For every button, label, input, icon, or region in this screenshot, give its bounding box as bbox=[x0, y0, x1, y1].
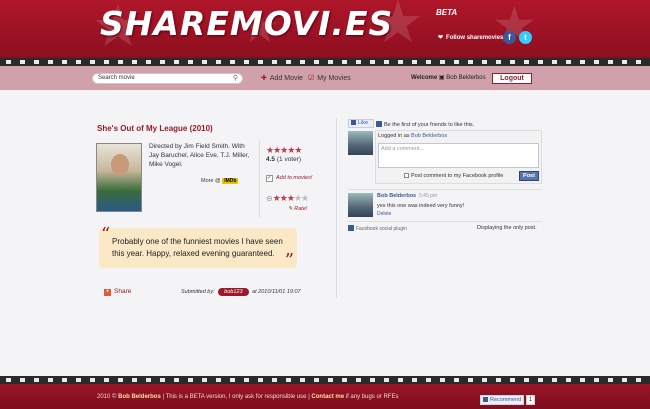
comment-delete-link[interactable]: Delete bbox=[377, 211, 391, 217]
user-avatar-icon: ▣ bbox=[438, 75, 445, 81]
nav-bar: Search movie ⚲ ✚ Add Movie ☑ My Movies Wel… bbox=[0, 66, 650, 90]
close-quote-icon: ” bbox=[284, 250, 294, 271]
poster-face bbox=[111, 154, 129, 176]
add-movie-link[interactable]: ✚ Add Movie bbox=[261, 74, 303, 82]
divider bbox=[348, 189, 542, 190]
user-rating-stars[interactable]: ⊖★★★★★ bbox=[266, 193, 309, 204]
add-to-movies-link[interactable]: ✓ Add to movies! bbox=[266, 175, 312, 182]
like-label: Like bbox=[358, 120, 369, 126]
facebook-icon bbox=[483, 397, 488, 402]
contact-link[interactable]: Contact me bbox=[311, 394, 344, 400]
imdb-icon[interactable]: IMDb bbox=[222, 178, 239, 184]
welcome-label: Welcome bbox=[411, 75, 438, 81]
welcome-user[interactable]: Bob Belderbos bbox=[446, 75, 485, 81]
tag-icon: ✎ bbox=[288, 206, 293, 212]
facebook-icon bbox=[376, 121, 382, 127]
star-decoration-icon: ★ bbox=[492, 0, 537, 53]
comment-body: yes this one was indeed very funny! bbox=[377, 203, 465, 209]
star-icon[interactable]: ★ bbox=[301, 193, 309, 203]
post-to-profile-label: Post comment to my Facebook profile bbox=[411, 173, 504, 179]
logged-in-prefix: Logged in as bbox=[378, 133, 410, 139]
twitter-icon[interactable]: t bbox=[519, 31, 532, 44]
my-movies-label: My Movies bbox=[317, 75, 351, 82]
like-text-label: Be the first of your friends to like thi… bbox=[384, 122, 475, 128]
post-button[interactable]: Post bbox=[519, 171, 539, 181]
more-label: More @ bbox=[201, 178, 221, 184]
share-icon: + bbox=[104, 289, 111, 296]
more-imdb[interactable]: More @ IMDb bbox=[201, 178, 239, 184]
welcome-text: Welcome ▣ Bob Belderbos bbox=[411, 74, 486, 81]
divider bbox=[259, 140, 260, 218]
search-value: Search movie bbox=[98, 75, 135, 81]
my-movies-link[interactable]: ☑ My Movies bbox=[308, 74, 351, 82]
checkbox-icon[interactable] bbox=[404, 173, 409, 178]
recommend-label: Recommend bbox=[490, 397, 522, 403]
submitter-badge[interactable]: bob123 bbox=[218, 288, 249, 296]
minus-circle-icon[interactable]: ⊖ bbox=[266, 194, 273, 203]
like-text: Be the first of your friends to like thi… bbox=[376, 121, 474, 128]
facebook-plugin-label: Facebook social plugin bbox=[356, 226, 407, 232]
footer-author-link[interactable]: Bob Belderbos bbox=[118, 394, 161, 400]
checkmark-icon: ✓ bbox=[266, 175, 273, 182]
rating-text: 4.5 (1 voter) bbox=[266, 156, 301, 163]
beta-badge: BETA bbox=[436, 8, 458, 17]
open-quote-icon: “ bbox=[101, 224, 111, 245]
submitted-label: Submitted by: bbox=[181, 289, 215, 295]
comment-author[interactable]: Bob Belderbos bbox=[377, 193, 416, 199]
follow-link[interactable]: ❤ Follow sharemovies bbox=[438, 34, 503, 41]
follow-label: Follow sharemovies bbox=[446, 35, 504, 41]
star-icon[interactable]: ★ bbox=[287, 193, 295, 203]
review-text: Probably one of the funniest movies I ha… bbox=[112, 237, 283, 258]
comment-input[interactable]: Add a comment... bbox=[378, 143, 539, 168]
logged-in-text: Logged in as Bob Belderbos bbox=[378, 133, 447, 139]
plus-icon: ✚ bbox=[261, 75, 267, 82]
add-to-movies-label: Add to movies! bbox=[276, 175, 313, 181]
star-icon[interactable]: ★ bbox=[273, 193, 281, 203]
submitted-info: Submitted by: bob123 at 2010/11/01 19:07 bbox=[181, 288, 301, 296]
movie-poster[interactable] bbox=[96, 143, 142, 212]
site-logo[interactable]: SHAREMOVI.ES bbox=[100, 4, 393, 43]
share-label: Share bbox=[114, 288, 132, 295]
footer-contact-suffix: if any bugs or RFEs bbox=[345, 394, 399, 400]
rate-link[interactable]: ✎ Rate! bbox=[288, 206, 307, 212]
displaying-count: Displaying the only post. bbox=[477, 225, 537, 231]
footer-beta-text: | This is a BETA version, I only ask for… bbox=[162, 394, 310, 400]
comment-time: 5:45 pm bbox=[419, 193, 438, 199]
footer-text: 2010 © Bob Belderbos | This is a BETA ve… bbox=[97, 394, 398, 400]
rating-voters: (1 voter) bbox=[276, 156, 302, 163]
search-input[interactable]: Search movie ⚲ bbox=[92, 73, 243, 84]
movie-description: Directed by Jim Field Smith. With Jay Ba… bbox=[149, 143, 250, 168]
thumbs-up-icon bbox=[351, 120, 356, 125]
rating-score: 4.5 bbox=[266, 156, 276, 163]
heart-icon: ❤ bbox=[438, 35, 444, 41]
checkbox-icon: ☑ bbox=[308, 75, 315, 82]
column-divider bbox=[336, 118, 337, 298]
like-button[interactable]: Like bbox=[348, 119, 374, 128]
post-to-profile-checkbox[interactable]: Post comment to my Facebook profile bbox=[404, 173, 503, 179]
share-button[interactable]: + Share bbox=[104, 288, 131, 296]
half-star-icon: ★ bbox=[294, 145, 302, 155]
facebook-icon[interactable]: f bbox=[503, 31, 516, 44]
star-icon[interactable]: ★ bbox=[280, 193, 288, 203]
footer-year: 2010 © bbox=[97, 394, 117, 400]
avatar[interactable] bbox=[348, 193, 373, 217]
recommend-count: 1 bbox=[526, 395, 535, 405]
movie-title[interactable]: She's Out of My League (2010) bbox=[97, 124, 213, 133]
film-strip-bottom bbox=[0, 376, 650, 384]
logged-in-user[interactable]: Bob Belderbos bbox=[411, 133, 447, 139]
rate-label: Rate! bbox=[294, 206, 308, 212]
avatar[interactable] bbox=[348, 131, 373, 155]
review-quote: “ Probably one of the funniest movies I … bbox=[99, 224, 297, 271]
recommend-button[interactable]: Recommend bbox=[480, 395, 524, 405]
add-movie-label: Add Movie bbox=[269, 75, 303, 82]
rating-stars: ★★★★★ bbox=[266, 145, 302, 156]
logout-button[interactable]: Logout bbox=[492, 73, 532, 84]
star-icon[interactable]: ★ bbox=[294, 193, 302, 203]
submitted-date: at 2010/11/01 19:07 bbox=[252, 289, 301, 295]
search-icon[interactable]: ⚲ bbox=[233, 74, 238, 83]
facebook-icon bbox=[348, 225, 354, 231]
divider bbox=[348, 221, 542, 222]
facebook-plugin-link[interactable]: Facebook social plugin bbox=[348, 225, 407, 232]
header: ★ ★ ★ ★ SHAREMOVI.ES BETA ❤ Follow sharem… bbox=[0, 0, 650, 58]
